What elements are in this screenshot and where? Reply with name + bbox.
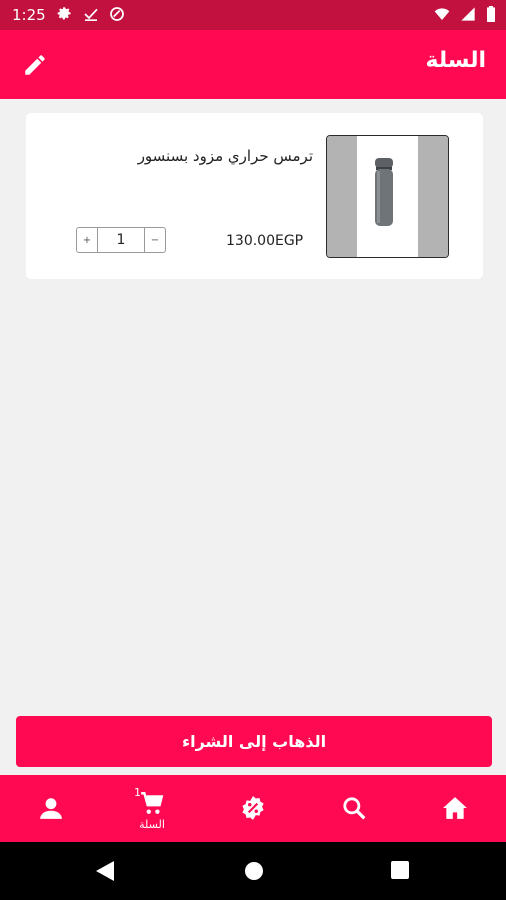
thermos-icon [375,158,393,226]
quantity-stepper: + 1 − [76,227,166,253]
status-time: 1:25 [12,6,46,24]
cart-item-card: ترمس حراري مزود بسنسور 130.00EGP + 1 − [26,113,483,279]
increase-button[interactable]: + [77,228,97,252]
wifi-icon [434,8,450,20]
signal-icon [461,7,475,21]
checkout-button[interactable]: الذهاب إلى الشراء [16,716,492,767]
recents-icon[interactable] [391,861,409,879]
cart-icon [141,792,164,814]
discount-icon [242,796,264,820]
image-right-panel [418,136,448,257]
product-image[interactable] [326,135,449,258]
nav-home[interactable] [425,775,485,842]
battery-icon [487,6,495,22]
nav-offers[interactable] [223,775,283,842]
home-icon [443,797,467,819]
no-disturb-icon [110,7,124,21]
cart-badge: 1 [134,786,141,799]
page-title: السلة [425,48,486,73]
decrease-button[interactable]: − [145,228,165,252]
nav-cart[interactable]: 1 السلة [122,775,182,842]
image-left-panel [327,136,357,257]
system-navigation-bar [0,842,506,900]
bottom-navigation: 1 السلة [0,775,506,842]
edit-icon[interactable] [22,52,48,78]
download-done-icon [84,8,98,21]
home-button-icon[interactable] [244,861,264,881]
nav-cart-label: السلة [139,818,165,831]
person-icon [40,798,62,819]
app-bar: السلة [0,30,506,99]
back-icon[interactable] [96,861,114,881]
search-icon [343,797,366,820]
settings-icon [57,7,71,20]
nav-search[interactable] [324,775,384,842]
product-name[interactable]: ترمس حراري مزود بسنسور [53,147,313,165]
product-price: 130.00EGP [226,233,304,249]
status-bar: 1:25 [0,0,506,30]
quantity-value[interactable]: 1 [97,228,145,252]
nav-profile[interactable] [21,775,81,842]
